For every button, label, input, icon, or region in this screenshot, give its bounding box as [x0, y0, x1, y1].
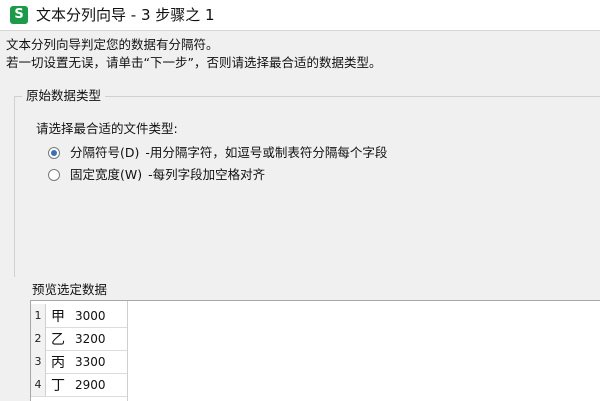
row-number: 1 [31, 304, 46, 327]
option-fixed-width[interactable]: 固定宽度(W) -每列字段加空格对齐 [48, 166, 265, 184]
data-preview[interactable]: 1 甲 3000 2 乙 3200 3 丙 3300 4 丁 2900 [30, 300, 600, 401]
option-fixed-width-desc: -每列字段加空格对齐 [148, 167, 266, 182]
original-data-type-legend: 原始数据类型 [22, 88, 106, 104]
preview-row: 2 乙 3200 [31, 327, 127, 351]
option-delimited-label: 分隔符号(D) [70, 145, 140, 160]
window-title: 文本分列向导 - 3 步骤之 1 [36, 6, 215, 24]
preview-cell-name: 丙 [51, 354, 65, 371]
preview-legend: 预览选定数据 [32, 282, 108, 297]
radio-fixed-width[interactable] [48, 169, 60, 181]
preview-cell-name: 丁 [51, 377, 65, 394]
radio-delimited[interactable] [48, 147, 60, 159]
preview-cell-value: 2900 [75, 377, 106, 392]
row-number: 2 [31, 327, 46, 350]
intro-text: 文本分列向导判定您的数据有分隔符。 若一切设置无误，请单击“下一步”，否则请选择… [6, 36, 596, 72]
column-separator [127, 301, 128, 401]
preview-cell-name: 甲 [51, 308, 65, 325]
option-delimited[interactable]: 分隔符号(D) -用分隔字符，如逗号或制表符分隔每个字段 [48, 144, 387, 162]
preview-cell-name: 乙 [51, 331, 65, 348]
intro-line-2: 若一切设置无误，请单击“下一步”，否则请选择最合适的数据类型。 [6, 55, 382, 70]
preview-row: 4 丁 2900 [31, 373, 127, 397]
preview-row: 3 丙 3300 [31, 350, 127, 374]
file-type-prompt: 请选择最合适的文件类型: [36, 121, 178, 136]
preview-cell-value: 3200 [75, 331, 106, 346]
row-number: 4 [31, 373, 46, 396]
intro-line-1: 文本分列向导判定您的数据有分隔符。 [6, 37, 219, 52]
wps-spreadsheet-icon: S [10, 6, 28, 24]
option-fixed-width-label: 固定宽度(W) [70, 167, 143, 182]
preview-cell-value: 3000 [75, 308, 106, 323]
preview-row: 1 甲 3000 [31, 304, 127, 328]
title-bar: S 文本分列向导 - 3 步骤之 1 [0, 0, 600, 30]
option-delimited-desc: -用分隔字符，如逗号或制表符分隔每个字段 [145, 145, 388, 160]
row-number: 3 [31, 350, 46, 373]
title-divider [0, 30, 600, 31]
preview-cell-value: 3300 [75, 354, 106, 369]
